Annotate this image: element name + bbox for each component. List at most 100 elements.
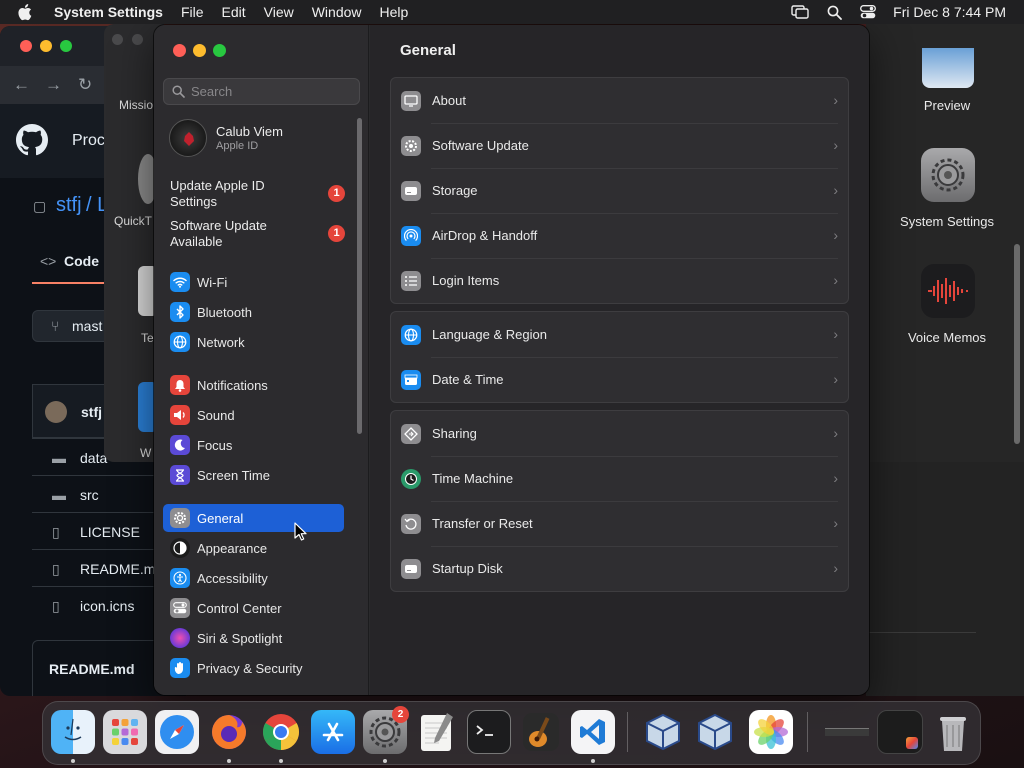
settings-group-sharing: Sharing › Time Machine › Transfer or Res… xyxy=(390,410,849,592)
browser-zoom-button[interactable] xyxy=(60,40,72,52)
close-button[interactable] xyxy=(173,44,186,57)
virtualbox-icon[interactable] xyxy=(693,710,737,754)
row-label: Transfer or Reset xyxy=(432,516,533,531)
menu-view[interactable]: View xyxy=(255,0,303,24)
file-name[interactable]: icon.icns xyxy=(80,598,134,614)
guitar-icon[interactable] xyxy=(519,710,563,754)
app-label: QuickT xyxy=(114,214,153,228)
screen-mirroring-icon[interactable] xyxy=(783,0,817,24)
row-transfer-reset[interactable]: Transfer or Reset › xyxy=(391,501,848,546)
display-icon xyxy=(401,90,421,111)
menu-clock[interactable]: Fri Dec 8 7:44 PM xyxy=(885,4,1024,20)
row-language-region[interactable]: Language & Region › xyxy=(391,312,848,357)
dock-separator xyxy=(627,712,628,752)
textedit-icon[interactable] xyxy=(415,710,459,754)
sidebar-scrollbar[interactable] xyxy=(357,118,362,434)
sidebar-item-appearance[interactable]: Appearance xyxy=(163,534,344,562)
notice-label: Update Apple ID Settings xyxy=(170,178,265,209)
chevron-right-icon: › xyxy=(833,272,838,288)
zoom-button[interactable] xyxy=(213,44,226,57)
sidebar-item-bluetooth[interactable]: Bluetooth xyxy=(163,298,344,326)
app-store-icon[interactable] xyxy=(311,710,355,754)
bell-icon xyxy=(170,375,190,395)
file-name[interactable]: src xyxy=(80,487,99,503)
github-logo-icon[interactable] xyxy=(16,124,48,156)
sidebar-item-sound[interactable]: Sound xyxy=(163,401,344,429)
apple-id-account[interactable]: Calub Viem Apple ID xyxy=(169,119,359,159)
menu-app-name[interactable]: System Settings xyxy=(52,0,172,24)
sidebar-item-control-center[interactable]: Control Center xyxy=(163,594,344,622)
forward-arrow-icon[interactable]: → xyxy=(45,75,62,95)
middle-close-button[interactable] xyxy=(112,34,123,45)
row-airdrop-handoff[interactable]: AirDrop & Handoff › xyxy=(391,213,848,258)
terminal-icon[interactable] xyxy=(467,710,511,754)
search-input[interactable] xyxy=(191,84,351,99)
sidebar-item-accessibility[interactable]: Accessibility xyxy=(163,564,344,592)
virtualbox-icon[interactable] xyxy=(641,710,685,754)
sidebar-item-siri-spotlight[interactable]: Siri & Spotlight xyxy=(163,624,344,652)
menu-help[interactable]: Help xyxy=(371,0,418,24)
sidebar-item-screen-time[interactable]: Screen Time xyxy=(163,461,344,489)
chrome-icon[interactable] xyxy=(259,710,303,754)
row-label: Date & Time xyxy=(432,372,504,387)
middle-minimize-button[interactable] xyxy=(132,34,143,45)
control-center-icon[interactable] xyxy=(851,0,885,24)
sidebar-item-network[interactable]: Network xyxy=(163,328,344,356)
dock-separator xyxy=(807,712,808,752)
tab-code[interactable]: Code xyxy=(64,253,99,269)
search-field[interactable] xyxy=(163,78,360,105)
browser-minimize-button[interactable] xyxy=(40,40,52,52)
settings-content: General About › Software Update › Storag… xyxy=(370,25,869,695)
github-nav-heading[interactable]: Proc xyxy=(72,132,105,150)
spotlight-search-icon[interactable] xyxy=(817,0,851,24)
row-storage[interactable]: Storage › xyxy=(391,168,848,213)
row-time-machine[interactable]: Time Machine › xyxy=(391,456,848,501)
finder-icon[interactable] xyxy=(51,710,95,754)
minimized-window-thumbnail[interactable] xyxy=(823,710,871,754)
menu-file[interactable]: File xyxy=(172,0,213,24)
sidebar-item-wifi[interactable]: Wi-Fi xyxy=(163,268,344,296)
sidebar-item-label: Privacy & Security xyxy=(197,660,303,676)
sidebar-item-general[interactable]: General xyxy=(163,504,344,532)
apple-menu-icon[interactable] xyxy=(0,3,52,21)
finder-scrollbar[interactable] xyxy=(1014,244,1020,444)
notice-label: Software Update Available xyxy=(170,218,267,249)
notice-badge: 1 xyxy=(328,185,345,202)
minimize-button[interactable] xyxy=(193,44,206,57)
menu-window[interactable]: Window xyxy=(303,0,371,24)
row-software-update[interactable]: Software Update › xyxy=(391,123,848,168)
firefox-icon[interactable] xyxy=(207,710,251,754)
row-startup-disk[interactable]: Startup Disk › xyxy=(391,546,848,591)
software-update-notice[interactable]: Software Update Available 1 xyxy=(170,218,345,250)
menu-edit[interactable]: Edit xyxy=(213,0,255,24)
minimized-window-thumbnail[interactable] xyxy=(877,710,923,754)
wifi-icon xyxy=(170,272,190,292)
launchpad-icon[interactable] xyxy=(103,710,147,754)
accessibility-icon xyxy=(170,568,190,588)
photos-icon[interactable] xyxy=(749,710,793,754)
reload-icon[interactable]: ↻ xyxy=(78,75,92,95)
sidebar-item-notifications[interactable]: Notifications xyxy=(163,371,344,399)
commit-user[interactable]: stfj xyxy=(81,404,102,420)
chevron-right-icon: › xyxy=(833,92,838,108)
readme-title[interactable]: README.md xyxy=(49,661,135,677)
file-name[interactable]: LICENSE xyxy=(80,524,140,540)
sharing-icon xyxy=(401,423,421,444)
safari-icon[interactable] xyxy=(155,710,199,754)
breadcrumb-owner[interactable]: stfj xyxy=(56,194,82,217)
row-login-items[interactable]: Login Items › xyxy=(391,258,848,303)
row-about[interactable]: About › xyxy=(391,78,848,123)
avatar[interactable] xyxy=(45,401,67,423)
back-arrow-icon[interactable]: ← xyxy=(13,75,30,95)
row-sharing[interactable]: Sharing › xyxy=(391,411,848,456)
update-apple-id-notice[interactable]: Update Apple ID Settings 1 xyxy=(170,178,345,210)
app-label: Voice Memos xyxy=(907,330,987,345)
vscode-icon[interactable] xyxy=(571,710,615,754)
browser-close-button[interactable] xyxy=(20,40,32,52)
settings-group-system: About › Software Update › Storage › AirD… xyxy=(390,77,849,304)
sidebar-item-privacy-security[interactable]: Privacy & Security xyxy=(163,654,344,682)
sidebar-item-focus[interactable]: Focus xyxy=(163,431,344,459)
trash-icon[interactable] xyxy=(931,710,975,754)
row-date-time[interactable]: Date & Time › xyxy=(391,357,848,402)
file-name[interactable]: README.m xyxy=(80,561,155,577)
